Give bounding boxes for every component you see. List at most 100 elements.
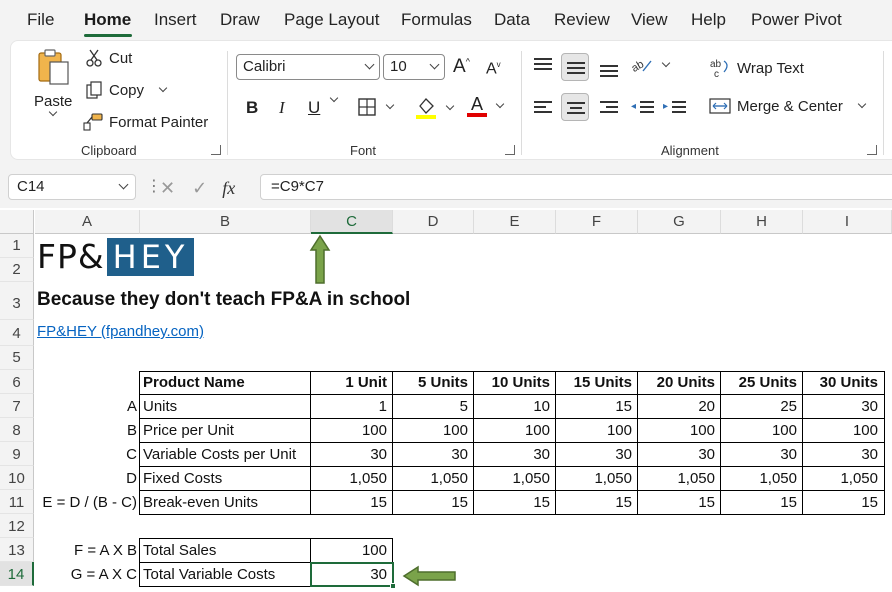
align-middle-button[interactable] [561, 53, 589, 81]
wrap-text-button[interactable]: ab c Wrap Text [709, 57, 804, 79]
tab-file[interactable]: File [27, 10, 54, 30]
tab-home[interactable]: Home [84, 10, 131, 30]
paste-button[interactable] [33, 47, 73, 87]
name-box-dropdown-icon[interactable] [118, 179, 129, 190]
fpandhey-logo: FP& HEY [37, 237, 195, 276]
tab-page-layout[interactable]: Page Layout [284, 10, 379, 30]
cancel-icon[interactable]: ✕ [160, 178, 175, 198]
row-header-7[interactable]: 7 [0, 394, 34, 418]
orientation-dropdown-icon [661, 58, 671, 68]
copy-icon [86, 81, 102, 99]
row-header-12[interactable]: 12 [0, 514, 34, 538]
logo-text-right: HEY [106, 238, 195, 276]
insert-function-icon[interactable]: fx [222, 178, 235, 198]
increase-indent-button[interactable]: ▸ [661, 93, 689, 121]
row-header-11[interactable]: 11 [0, 490, 34, 514]
row-header-4[interactable]: 4 [0, 320, 34, 346]
underline-dropdown-icon[interactable] [327, 93, 339, 103]
row-key: E = D / (B - C) [42, 494, 137, 511]
italic-button[interactable]: I [279, 98, 285, 118]
merge-center-icon [709, 98, 731, 114]
paste-dropdown-icon[interactable] [46, 107, 58, 117]
copy-dropdown-icon[interactable] [158, 83, 168, 93]
column-header-e[interactable]: E [474, 210, 556, 234]
column-header-d[interactable]: D [393, 210, 474, 234]
row-header-6[interactable]: 6 [0, 370, 34, 394]
column-header-f[interactable]: F [556, 210, 638, 234]
font-size-select[interactable]: 10 [383, 54, 445, 80]
copy-button[interactable]: Copy [85, 81, 168, 99]
left-arrow-annotation [402, 565, 456, 587]
orientation-button[interactable]: ab [631, 55, 671, 75]
clipboard-launcher-icon[interactable] [211, 145, 221, 155]
format-painter-label: Format Painter [109, 113, 209, 131]
enter-icon[interactable]: ✓ [192, 178, 207, 198]
shrink-font-button[interactable]: Av [486, 60, 501, 78]
tab-insert[interactable]: Insert [154, 10, 197, 30]
alignment-group-label: Alignment [661, 143, 719, 158]
formula-input[interactable]: =C9*C7 [260, 174, 892, 200]
column-header-g[interactable]: G [638, 210, 721, 234]
tab-data[interactable]: Data [494, 10, 530, 30]
fill-handle[interactable] [390, 583, 396, 589]
logo-text-left: FP& [37, 237, 105, 276]
ribbon: Paste Cut Copy Format Painter Clipboard … [10, 40, 892, 160]
tab-power-pivot[interactable]: Power Pivot [751, 10, 842, 30]
row-header-10[interactable]: 10 [0, 466, 34, 490]
alignment-launcher-icon[interactable] [867, 145, 877, 155]
row-header-9[interactable]: 9 [0, 442, 34, 466]
menu-bar: File Home Insert Draw Page Layout Formul… [0, 0, 892, 40]
tab-review[interactable]: Review [554, 10, 610, 30]
cut-button[interactable]: Cut [85, 49, 132, 67]
align-bottom-button[interactable] [595, 55, 623, 83]
column-header-i[interactable]: I [803, 210, 892, 234]
merge-center-button[interactable]: Merge & Center [709, 97, 867, 115]
merge-center-dropdown-icon[interactable] [857, 99, 867, 109]
copy-label: Copy [109, 81, 145, 99]
select-all-corner[interactable] [0, 210, 34, 234]
decrease-indent-button[interactable]: ◂ [629, 93, 657, 121]
column-header-c[interactable]: C [311, 210, 393, 234]
align-center-button[interactable] [561, 93, 589, 121]
paint-bucket-icon [416, 98, 436, 119]
orientation-icon: ab [631, 58, 652, 75]
bold-button[interactable]: B [246, 98, 258, 118]
group-separator [521, 51, 522, 155]
decrease-indent-icon: ◂ [631, 101, 637, 112]
tab-help[interactable]: Help [691, 10, 726, 30]
active-cell-selection [310, 562, 394, 587]
row-key: F = A X B [74, 542, 137, 559]
row-header-13[interactable]: 13 [0, 538, 34, 562]
grow-font-button[interactable]: A^ [453, 56, 470, 78]
website-link[interactable]: FP&HEY (fpandhey.com) [37, 321, 204, 343]
format-painter-button[interactable]: Format Painter [83, 113, 208, 131]
column-header-b[interactable]: B [140, 210, 311, 234]
group-separator [883, 51, 884, 155]
row-key: C [126, 446, 137, 463]
row-header-3[interactable]: 3 [0, 282, 34, 320]
borders-dropdown-icon [385, 100, 395, 110]
row-header-2[interactable]: 2 [0, 258, 34, 282]
formula-value: =C9*C7 [271, 178, 324, 195]
column-header-h[interactable]: H [721, 210, 803, 234]
svg-text:ab: ab [631, 58, 646, 75]
row-header-14[interactable]: 14 [0, 562, 34, 586]
row-header-1[interactable]: 1 [0, 234, 34, 258]
tab-view[interactable]: View [631, 10, 668, 30]
font-name-select[interactable]: Calibri [236, 54, 380, 80]
borders-button[interactable] [357, 97, 395, 117]
align-left-button[interactable] [529, 93, 557, 121]
column-header-a[interactable]: A [35, 210, 140, 234]
underline-button[interactable]: U [308, 98, 320, 118]
tab-formulas[interactable]: Formulas [401, 10, 472, 30]
name-box[interactable]: C14 [8, 174, 136, 200]
font-launcher-icon[interactable] [505, 145, 515, 155]
tab-draw[interactable]: Draw [220, 10, 260, 30]
align-right-button[interactable] [595, 93, 623, 121]
borders-icon [358, 98, 376, 116]
row-header-5[interactable]: 5 [0, 346, 34, 370]
row-header-8[interactable]: 8 [0, 418, 34, 442]
align-top-button[interactable] [529, 51, 557, 79]
fill-color-button[interactable] [415, 96, 455, 120]
font-color-button[interactable]: A [467, 94, 505, 117]
